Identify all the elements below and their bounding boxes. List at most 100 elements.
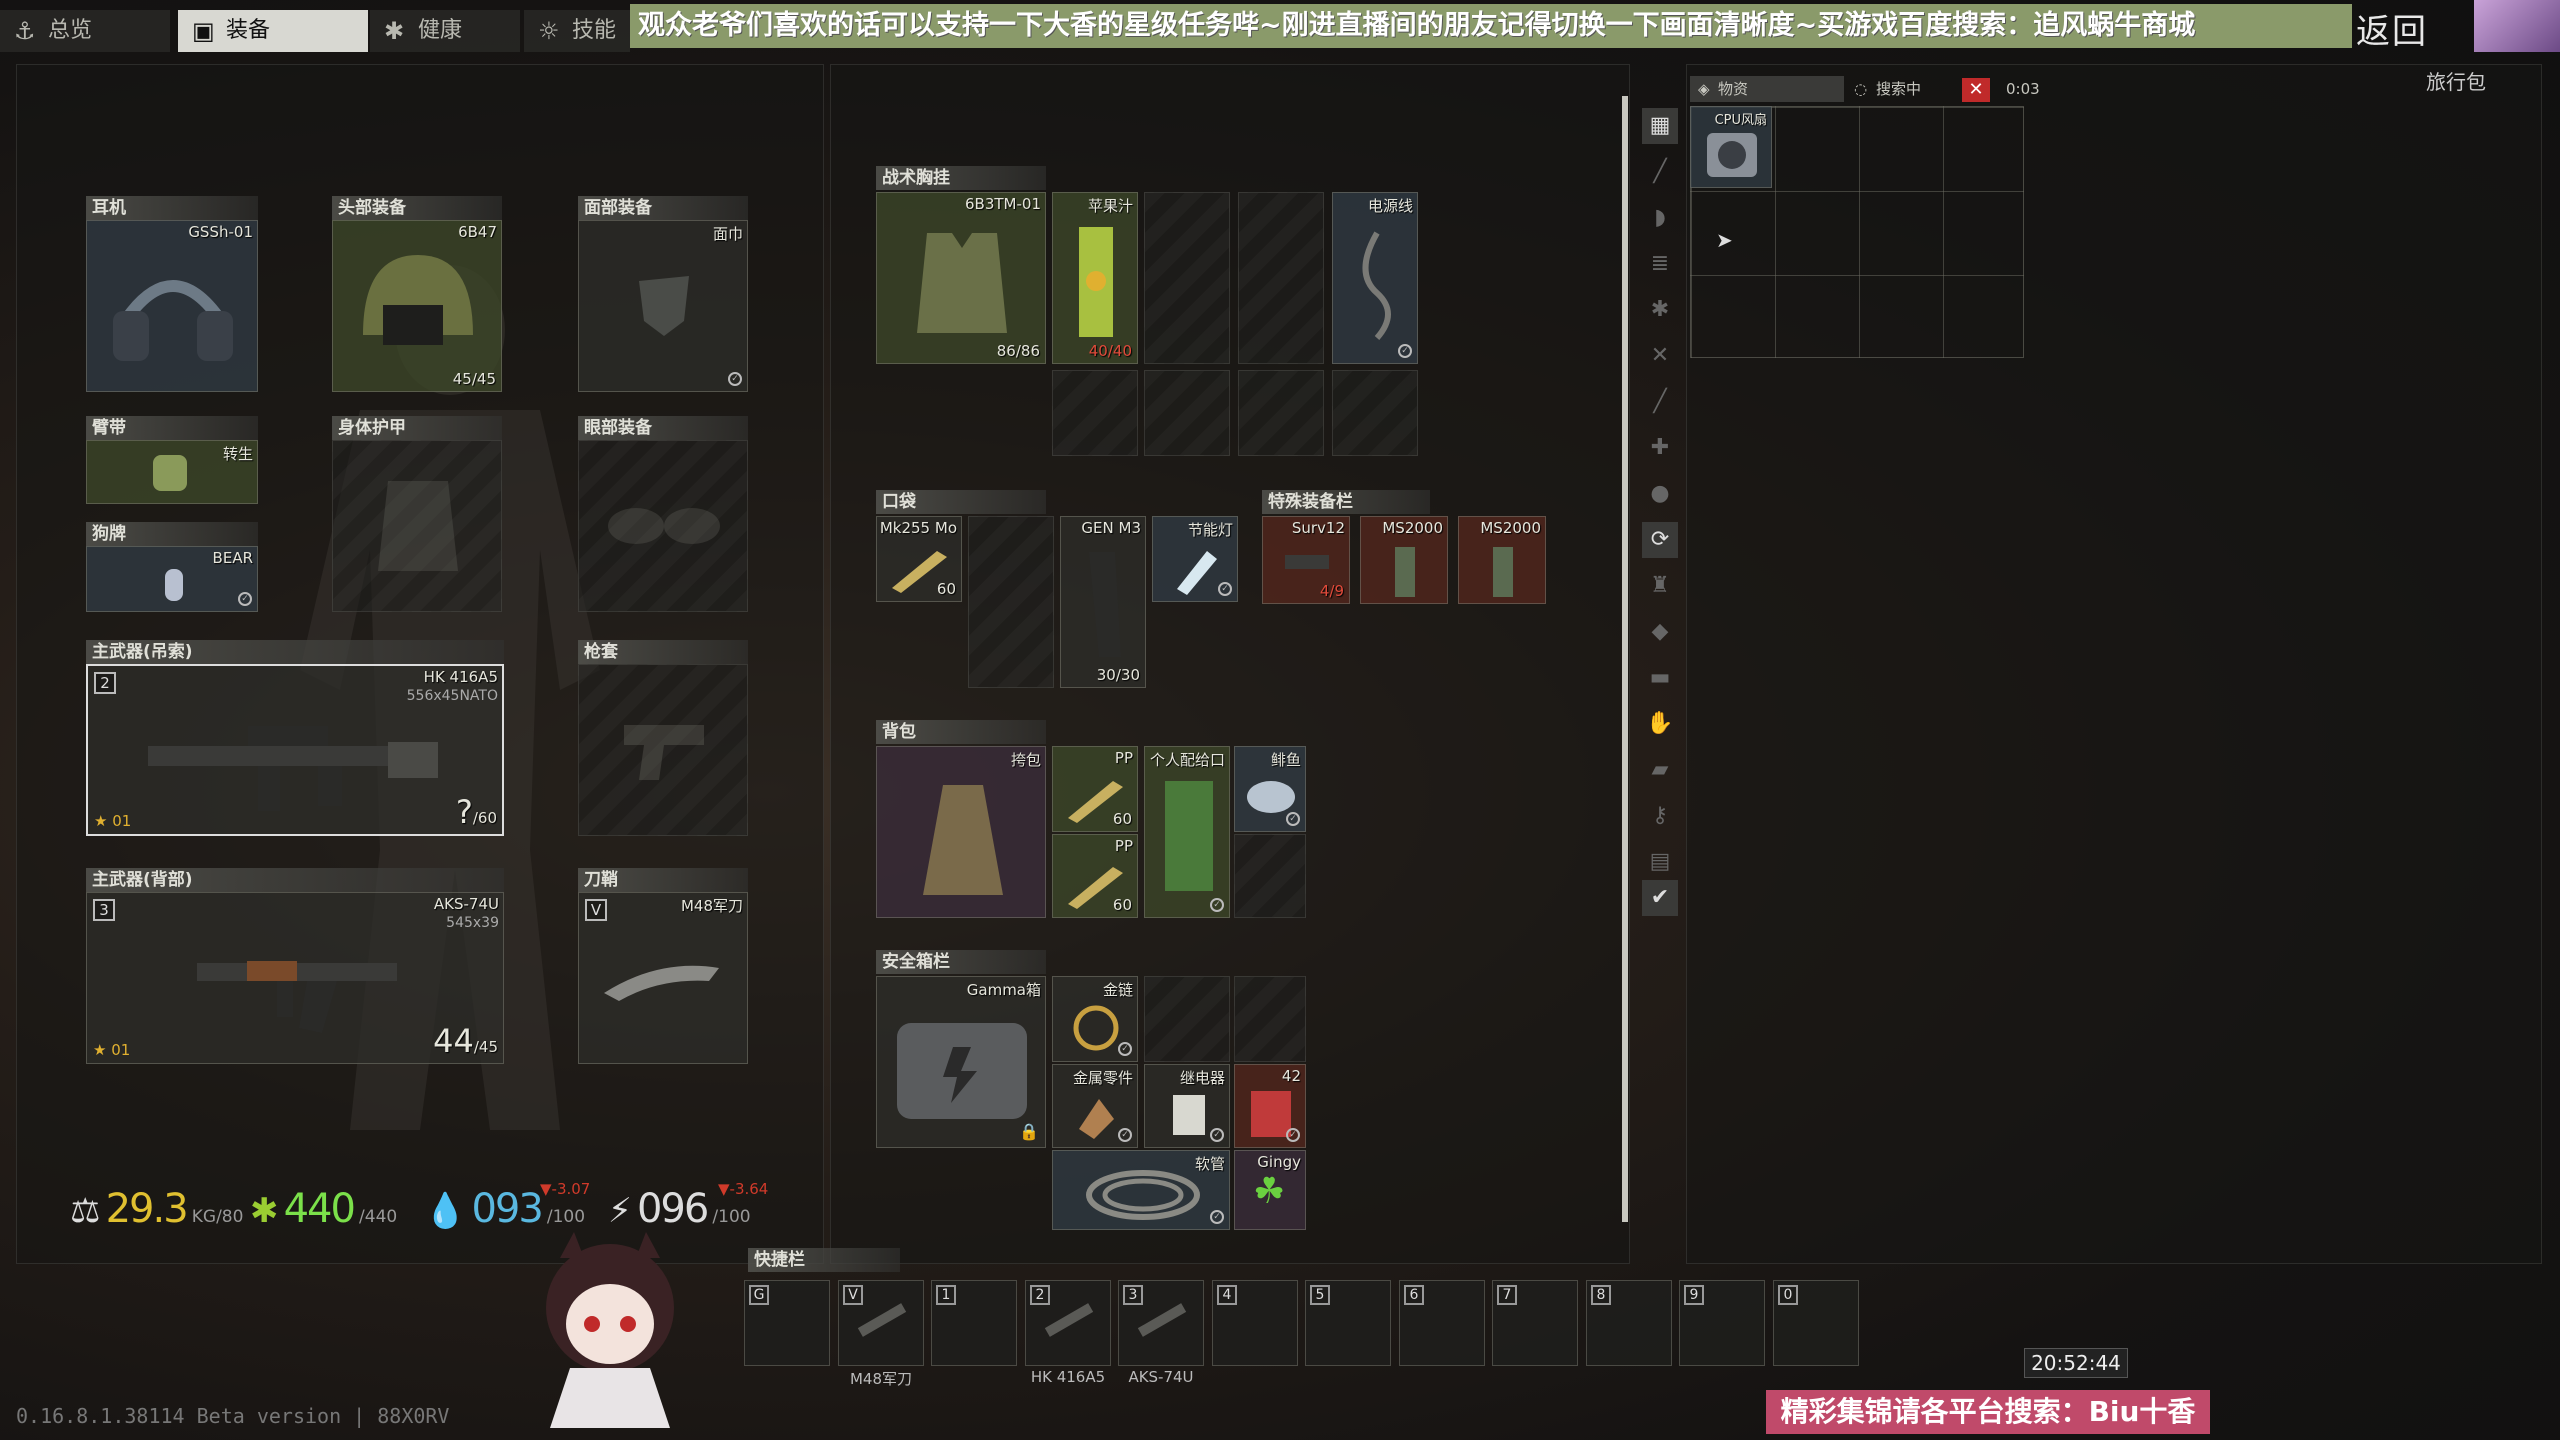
rig-empty-slot[interactable] bbox=[1238, 192, 1324, 364]
quickbar-slot-G[interactable]: G bbox=[744, 1280, 830, 1366]
container-filter-icon[interactable]: ▬ bbox=[1642, 660, 1678, 696]
pocket-ammo-slot[interactable]: Mk255 Mo 60 bbox=[876, 516, 962, 602]
check-icon: ✓ bbox=[1218, 582, 1232, 596]
ammo-filter-icon[interactable]: ≣ bbox=[1642, 246, 1678, 282]
rig-vest-slot[interactable]: 6B3TM-01 86/86 bbox=[876, 192, 1046, 364]
backpack-fish-slot[interactable]: 鲱鱼 ✓ bbox=[1234, 746, 1306, 832]
rig-empty-slot[interactable] bbox=[1052, 370, 1138, 456]
pocket-bulb-slot[interactable]: 节能灯 ✓ bbox=[1152, 516, 1238, 602]
loot-cpu-fan-slot[interactable]: CPU风扇 bbox=[1690, 106, 1772, 188]
scabbard-slot[interactable]: V M48军刀 bbox=[578, 892, 748, 1064]
key-filter-icon[interactable]: ⚷ bbox=[1642, 798, 1678, 834]
streamer-avatar bbox=[2474, 0, 2560, 52]
document-filter-icon[interactable]: ▤ bbox=[1642, 844, 1678, 880]
health-icon: ✱ bbox=[384, 17, 405, 45]
quickbar-slot-7[interactable]: 7 bbox=[1492, 1280, 1578, 1366]
health-stat: ✱ 440 /440 bbox=[250, 1186, 398, 1232]
secure-gingy-slot[interactable]: Gingy ☘ bbox=[1234, 1150, 1306, 1230]
melee-filter-icon[interactable]: ✕ bbox=[1642, 338, 1678, 374]
quickbar-slot-5[interactable]: 5 bbox=[1305, 1280, 1391, 1366]
earpiece-slot[interactable]: GSSh-01 bbox=[86, 220, 258, 392]
quickbar-key: G bbox=[749, 1285, 769, 1305]
holster-slot[interactable] bbox=[578, 664, 748, 836]
primary1-title: 主武器(吊索) bbox=[86, 640, 504, 664]
weight-stat: ⚖ 29.3 KG/80 bbox=[70, 1186, 244, 1232]
tab-skills[interactable]: ☼ 技能 bbox=[524, 10, 630, 52]
sling-bag-icon bbox=[923, 785, 1003, 895]
special-ms2000-slot[interactable]: MS2000 bbox=[1458, 516, 1546, 604]
tab-gear[interactable]: ▣ 装备 bbox=[178, 10, 368, 52]
glove-filter-icon[interactable]: ✋ bbox=[1642, 706, 1678, 742]
secure-relay-slot[interactable]: 继电器 ✓ bbox=[1144, 1064, 1230, 1148]
quickbar-slot-0[interactable]: 0 bbox=[1773, 1280, 1859, 1366]
backpack-pp-slot[interactable]: PP 60 bbox=[1052, 746, 1138, 832]
secure-parts-slot[interactable]: 金属零件 ✓ bbox=[1052, 1064, 1138, 1148]
quickbar-slot-2[interactable]: 2 bbox=[1025, 1280, 1111, 1366]
info-filter-icon[interactable]: ▰ bbox=[1642, 752, 1678, 788]
back-button[interactable]: 返回 bbox=[2356, 4, 2428, 53]
special-ms2000-slot[interactable]: MS2000 bbox=[1360, 516, 1448, 604]
quickbar-slot-V[interactable]: V bbox=[838, 1280, 924, 1366]
eyewear-slot[interactable] bbox=[578, 440, 748, 612]
backpack-empty-slot[interactable] bbox=[1234, 834, 1306, 918]
primary2-slot[interactable]: 3 AKS-74U 545x39 ★ 01 44/45 bbox=[86, 892, 504, 1064]
secure-empty-slot[interactable] bbox=[1234, 976, 1306, 1062]
barter-filter-icon[interactable]: ◆ bbox=[1642, 614, 1678, 650]
quickbar-slot-1[interactable]: 1 bbox=[931, 1280, 1017, 1366]
pocket-empty-slot[interactable] bbox=[968, 516, 1054, 688]
checkmark-filter-icon[interactable]: ✔ bbox=[1642, 880, 1678, 916]
cancel-search-button[interactable]: ✕ bbox=[1962, 78, 1990, 102]
armor-title: 身体护甲 bbox=[332, 416, 502, 440]
cable-icon bbox=[1362, 231, 1391, 340]
check-icon: ✓ bbox=[1286, 1128, 1300, 1142]
backpack-slot[interactable]: 挎包 bbox=[876, 746, 1046, 918]
armband-slot[interactable]: 转生 bbox=[86, 440, 258, 504]
cable-slot[interactable]: 电源线 ✓ bbox=[1332, 192, 1418, 364]
weight-icon: ⚖ bbox=[70, 1191, 101, 1231]
holster-title: 枪套 bbox=[578, 640, 748, 664]
quickbar-slot-8[interactable]: 8 bbox=[1586, 1280, 1672, 1366]
armband-icon bbox=[153, 455, 187, 491]
mod-filter-icon[interactable]: ◗ bbox=[1642, 200, 1678, 236]
gear-filter-icon[interactable]: ✱ bbox=[1642, 292, 1678, 328]
secure-case-slot[interactable]: Gamma箱 🔒 bbox=[876, 976, 1046, 1148]
rig-empty-slot[interactable] bbox=[1144, 370, 1230, 456]
rig-empty-slot[interactable] bbox=[1332, 370, 1418, 456]
backpack-ration-slot[interactable]: 个人配给口 ✓ bbox=[1144, 746, 1230, 918]
secure-empty-slot[interactable] bbox=[1144, 976, 1230, 1062]
medical-filter-icon[interactable]: ✚ bbox=[1642, 430, 1678, 466]
check-icon: ✓ bbox=[728, 372, 742, 386]
container-title: 旅行包 bbox=[2426, 70, 2486, 94]
secure-42-slot[interactable]: 42 ✓ bbox=[1234, 1064, 1306, 1148]
dogtag-slot[interactable]: BEAR ✓ bbox=[86, 546, 258, 612]
armband-title: 臂带 bbox=[86, 416, 258, 440]
primary1-slot[interactable]: 2 HK 416A5 556x45NATO ★ 01 ?/60 bbox=[86, 664, 504, 836]
tab-overview[interactable]: ⚓ 总览 bbox=[0, 10, 170, 52]
headwear-slot[interactable]: 6B47 45/45 bbox=[332, 220, 502, 392]
special-surv12-slot[interactable]: Surv12 4/9 bbox=[1262, 516, 1350, 604]
rig-empty-slot[interactable] bbox=[1144, 192, 1230, 364]
containers-scrollbar[interactable] bbox=[1622, 96, 1628, 1222]
knife-filter-icon[interactable]: ╱ bbox=[1642, 384, 1678, 420]
loot-tab[interactable]: ◈ 物资 bbox=[1690, 76, 1844, 102]
quickbar-slot-9[interactable]: 9 bbox=[1679, 1280, 1765, 1366]
quickbar-slot-3[interactable]: 3 bbox=[1118, 1280, 1204, 1366]
rig-empty-slot[interactable] bbox=[1238, 370, 1324, 456]
juice-slot[interactable]: 苹果汁 40/40 bbox=[1052, 192, 1138, 364]
tab-health[interactable]: ✱ 健康 bbox=[370, 10, 520, 52]
quickbar-slot-6[interactable]: 6 bbox=[1399, 1280, 1485, 1366]
backpack-pp-slot[interactable]: PP 60 bbox=[1052, 834, 1138, 918]
face-slot[interactable]: 面巾 ✓ bbox=[578, 220, 748, 392]
grenade-filter-icon[interactable]: ● bbox=[1642, 476, 1678, 512]
pocket-mag-slot[interactable]: GEN M3 30/30 bbox=[1060, 516, 1146, 688]
quickbar-slot-4[interactable]: 4 bbox=[1212, 1280, 1298, 1366]
secure-chain-slot[interactable]: 金链 ✓ bbox=[1052, 976, 1138, 1062]
sort-filter-icon[interactable]: ⟳ bbox=[1642, 522, 1678, 558]
dogtag-title: 狗牌 bbox=[86, 522, 258, 546]
secure-hose-slot[interactable]: 软管 ✓ bbox=[1052, 1150, 1230, 1230]
grid-filter-icon[interactable]: ▦ bbox=[1642, 108, 1678, 144]
provision-filter-icon[interactable]: ♜ bbox=[1642, 568, 1678, 604]
armor-slot[interactable] bbox=[332, 440, 502, 612]
cpu-fan-icon bbox=[1707, 133, 1757, 177]
weapon-filter-icon[interactable]: ╱ bbox=[1642, 154, 1678, 190]
